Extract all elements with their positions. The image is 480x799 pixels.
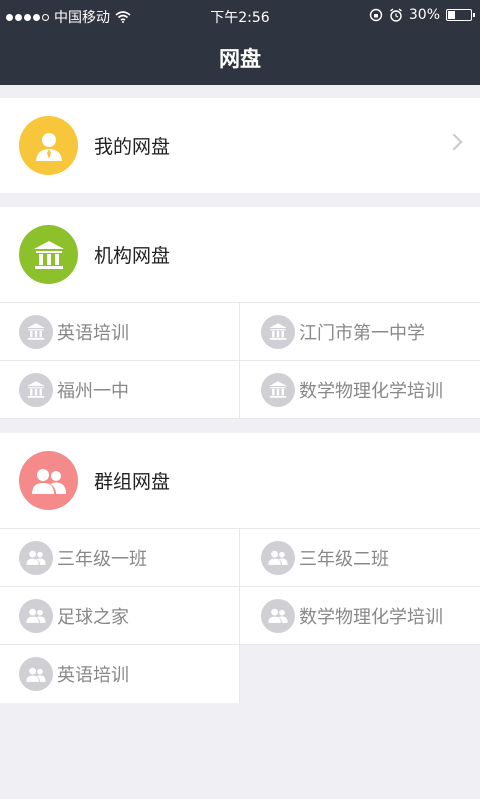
- org-drive-header[interactable]: 机构网盘: [0, 207, 480, 302]
- group-item-label: 足球之家: [57, 606, 129, 628]
- group-icon: [261, 540, 295, 575]
- institution-icon: [261, 314, 295, 349]
- group-item[interactable]: 英语培训: [0, 645, 240, 703]
- group-drive-section: 群组网盘 三年级一班 三年级二班 足球之家 数学物理化学培训 英语培训: [0, 433, 480, 703]
- org-drive-label: 机构网盘: [94, 245, 171, 267]
- org-item-label: 英语培训: [57, 322, 129, 344]
- group-icon: [261, 598, 295, 633]
- org-item-label: 数学物理化学培训: [299, 380, 443, 402]
- group-item-label: 英语培训: [57, 665, 129, 686]
- org-item-label: 江门市第一中学: [299, 322, 425, 344]
- chevron-right-icon: [445, 133, 463, 151]
- org-item[interactable]: 江门市第一中学: [240, 303, 480, 361]
- app-header: 中国移动 下午2:56 30% 网盘: [0, 0, 480, 85]
- group-icon: [19, 657, 53, 691]
- institution-icon: [261, 372, 295, 407]
- org-drive-list: 英语培训 江门市第一中学 福州一中 数学物理化学培训: [0, 302, 480, 419]
- group-item-label: 数学物理化学培训: [299, 606, 443, 628]
- group-icon: [19, 598, 53, 633]
- group-icon: [19, 451, 78, 510]
- group-item[interactable]: 数学物理化学培训: [240, 587, 480, 645]
- group-item[interactable]: 三年级二班: [240, 529, 480, 587]
- battery-icon: [446, 9, 475, 21]
- institution-icon: [19, 225, 78, 284]
- rotation-lock-icon: [369, 8, 383, 22]
- institution-icon: [19, 372, 53, 407]
- my-drive-label: 我的网盘: [94, 136, 171, 158]
- user-icon: [19, 116, 78, 175]
- battery-percent: 30%: [408, 7, 440, 23]
- my-drive-row[interactable]: 我的网盘: [0, 98, 480, 193]
- org-item[interactable]: 福州一中: [0, 361, 240, 419]
- group-drive-label: 群组网盘: [94, 471, 171, 493]
- my-drive-section[interactable]: 我的网盘: [0, 98, 480, 193]
- page-title: 网盘: [219, 47, 261, 71]
- org-item[interactable]: 数学物理化学培训: [240, 361, 480, 419]
- status-bar: 中国移动 下午2:56 30%: [0, 0, 480, 32]
- group-item[interactable]: 足球之家: [0, 587, 240, 645]
- org-drive-section: 机构网盘 英语培训 江门市第一中学 福州一中 数学物理化学培训: [0, 207, 480, 419]
- alarm-icon: [389, 8, 402, 22]
- group-icon: [19, 540, 53, 575]
- status-right: 30%: [369, 7, 475, 23]
- org-item-label: 福州一中: [57, 380, 129, 402]
- group-item[interactable]: 三年级一班: [0, 529, 240, 587]
- group-drive-list: 三年级一班 三年级二班 足球之家 数学物理化学培训 英语培训: [0, 528, 480, 703]
- battery-level: [448, 11, 456, 19]
- institution-icon: [19, 314, 53, 349]
- empty-cell: [240, 645, 480, 703]
- group-item-label: 三年级一班: [57, 548, 147, 570]
- group-drive-header[interactable]: 群组网盘: [0, 433, 480, 528]
- org-item[interactable]: 英语培训: [0, 303, 240, 361]
- group-item-label: 三年级二班: [299, 548, 389, 570]
